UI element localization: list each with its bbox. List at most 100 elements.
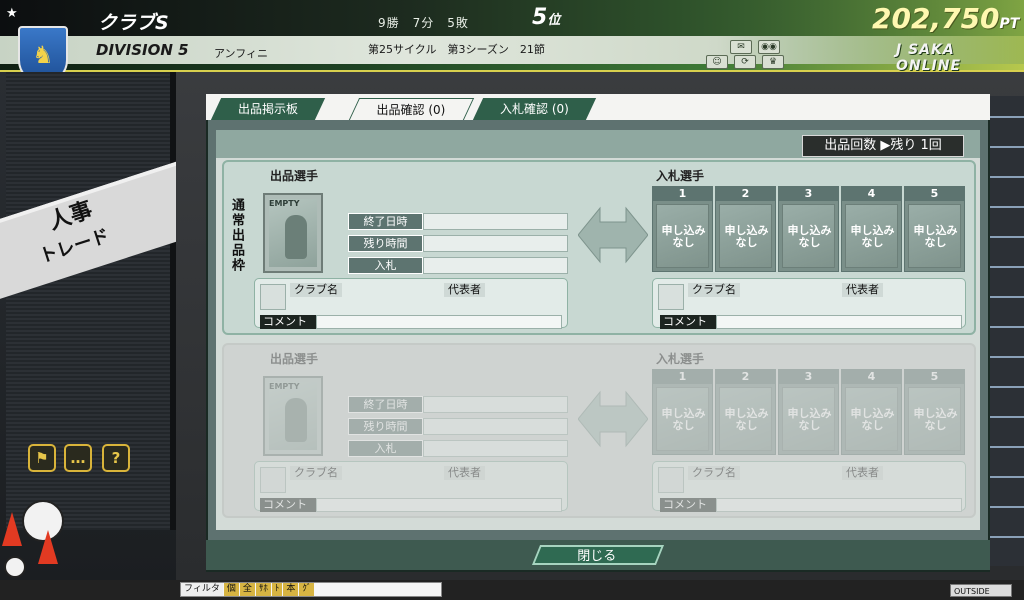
trophy-icon[interactable]: ♛ bbox=[762, 55, 784, 69]
tab-listing-board[interactable]: 出品掲示板 bbox=[210, 98, 326, 120]
filter-support-button[interactable]: ｻﾎ bbox=[255, 583, 271, 596]
comment-value bbox=[316, 498, 562, 512]
filter-group-button[interactable]: ｸﾞ bbox=[299, 583, 315, 596]
slot-card: 申し込み なし bbox=[845, 204, 898, 268]
close-button[interactable]: 閉じる bbox=[531, 545, 665, 565]
bid-slot-5: 5 申し込み なし bbox=[904, 369, 965, 455]
filter-book-button[interactable]: 本 bbox=[283, 583, 299, 596]
slot-number: 4 bbox=[842, 370, 901, 384]
field-label: 入札 bbox=[348, 257, 423, 274]
slot-card: 申し込み なし bbox=[719, 387, 772, 451]
slot-number: 4 bbox=[842, 187, 901, 201]
slot-number: 2 bbox=[716, 370, 775, 384]
binoculars-icon[interactable]: ◉◉ bbox=[758, 40, 780, 54]
manager-name: アンフィニ bbox=[214, 47, 269, 60]
field-value bbox=[423, 213, 568, 230]
close-label: 閉じる bbox=[577, 549, 617, 564]
bidder-rep-label: 代表者 bbox=[842, 466, 883, 480]
slot-status: 申し込み なし bbox=[913, 407, 958, 432]
comment-field: コメント bbox=[260, 315, 562, 329]
bidder-club-label: クラブ名 bbox=[688, 283, 740, 297]
listed-player-card[interactable]: EMPTY bbox=[263, 193, 323, 273]
slot-status: 申し込み なし bbox=[913, 224, 958, 249]
slot-status: 申し込み なし bbox=[661, 407, 706, 432]
card-caption: EMPTY bbox=[269, 199, 300, 208]
field-label: 入札 bbox=[348, 440, 423, 457]
filter-label: フィルタ bbox=[181, 583, 223, 596]
cone-icon bbox=[2, 512, 22, 546]
slot-status: 申し込み なし bbox=[661, 224, 706, 249]
cone-icon-2 bbox=[38, 530, 58, 564]
comment-label: コメント bbox=[260, 315, 316, 329]
field-label: 終了日時 bbox=[348, 396, 423, 413]
comment-label: コメント bbox=[660, 315, 716, 329]
site-logo: J SAKA ONLINE bbox=[896, 42, 962, 74]
mail-icon[interactable]: ✉ bbox=[730, 40, 752, 54]
listed-player-title: 出品選手 bbox=[270, 352, 319, 366]
slot-card: 申し込み なし bbox=[782, 204, 835, 268]
bidder-avatar bbox=[658, 467, 684, 493]
slot-number: 1 bbox=[653, 370, 712, 384]
card-caption: EMPTY bbox=[269, 382, 300, 391]
refresh-icon[interactable]: ⟳ bbox=[734, 55, 756, 69]
bid-slot-5[interactable]: 5 申し込み なし bbox=[904, 186, 965, 272]
slot-number: 5 bbox=[905, 370, 964, 384]
outside-toggle[interactable]: OUTSIDE bbox=[950, 584, 1012, 597]
listed-player-title: 出品選手 bbox=[270, 169, 319, 183]
formation-icon[interactable]: ⚑ bbox=[28, 444, 56, 472]
bidder-comment-field: コメント bbox=[660, 315, 962, 329]
bid-field: 入札 bbox=[348, 440, 568, 457]
help-icon[interactable]: ? bbox=[102, 444, 130, 472]
tab-listing-confirm[interactable]: 出品確認 (0) bbox=[348, 98, 474, 120]
comment-value bbox=[316, 315, 562, 329]
chat-icon[interactable]: … bbox=[64, 444, 92, 472]
tab-bid-confirm[interactable]: 入札確認 (0) bbox=[472, 98, 596, 120]
bid-slot-1[interactable]: 1 申し込み なし bbox=[652, 186, 713, 272]
slot-number: 3 bbox=[779, 187, 838, 201]
bookshelf bbox=[990, 96, 1024, 566]
slot-card: 申し込み なし bbox=[719, 204, 772, 268]
exchange-arrow-icon bbox=[578, 206, 648, 264]
comment-field: コメント bbox=[260, 498, 562, 512]
slot-card: 申し込み なし bbox=[908, 387, 961, 451]
bid-slot-2[interactable]: 2 申し込み なし bbox=[715, 186, 776, 272]
bidder-comment-field: コメント bbox=[660, 498, 962, 512]
field-label: 終了日時 bbox=[348, 213, 423, 230]
slot-type-label: 通常出品枠 bbox=[229, 198, 244, 273]
filter-bar: フィルタ個全ｻﾎﾄ本ｸﾞ bbox=[180, 582, 442, 597]
exchange-arrow-icon bbox=[578, 390, 648, 448]
bid-players-title: 入札選手 bbox=[656, 169, 705, 183]
field-value bbox=[423, 418, 568, 435]
bid-field: 入札 bbox=[348, 257, 568, 274]
slot-status: 申し込み なし bbox=[850, 224, 895, 249]
filter-trade-button[interactable]: ﾄ bbox=[271, 583, 283, 596]
bid-slot-3[interactable]: 3 申し込み なし bbox=[778, 186, 839, 272]
comment-label: コメント bbox=[660, 498, 716, 512]
player-silhouette-icon bbox=[285, 398, 307, 442]
listed-player-card: EMPTY bbox=[263, 376, 323, 456]
slot-number: 1 bbox=[653, 187, 712, 201]
filter-all-button[interactable]: 全 bbox=[239, 583, 255, 596]
comment-value bbox=[716, 315, 962, 329]
slot-card: 申し込み なし bbox=[908, 204, 961, 268]
profile-icon[interactable]: ☺ bbox=[706, 55, 728, 69]
field-value bbox=[423, 257, 568, 274]
bidder-avatar bbox=[658, 284, 684, 310]
star-icon: ★ bbox=[6, 6, 18, 21]
points-total: 202,750PT bbox=[872, 2, 1019, 35]
slot-card: 申し込み なし bbox=[656, 204, 709, 268]
top-header: ★ クラブS 9勝 7分 5敗 5位 202,750PT ♞ DIVISION … bbox=[0, 0, 1024, 84]
points-value: 202,750 bbox=[872, 2, 1000, 35]
league-rank: 5位 bbox=[532, 5, 560, 30]
tab-label: 入札確認 (0) bbox=[500, 102, 569, 116]
time-left-field: 残り時間 bbox=[348, 235, 568, 252]
field-label: 残り時間 bbox=[348, 235, 423, 252]
bidder-club-label: クラブ名 bbox=[688, 466, 740, 480]
player-silhouette-icon bbox=[285, 215, 307, 259]
slot-status: 申し込み なし bbox=[787, 224, 832, 249]
filter-individual-button[interactable]: 個 bbox=[223, 583, 239, 596]
slot-status: 申し込み なし bbox=[724, 407, 769, 432]
bidder-rep-label: 代表者 bbox=[842, 283, 883, 297]
club-name-label: クラブ名 bbox=[290, 283, 342, 297]
bid-slot-4[interactable]: 4 申し込み なし bbox=[841, 186, 902, 272]
